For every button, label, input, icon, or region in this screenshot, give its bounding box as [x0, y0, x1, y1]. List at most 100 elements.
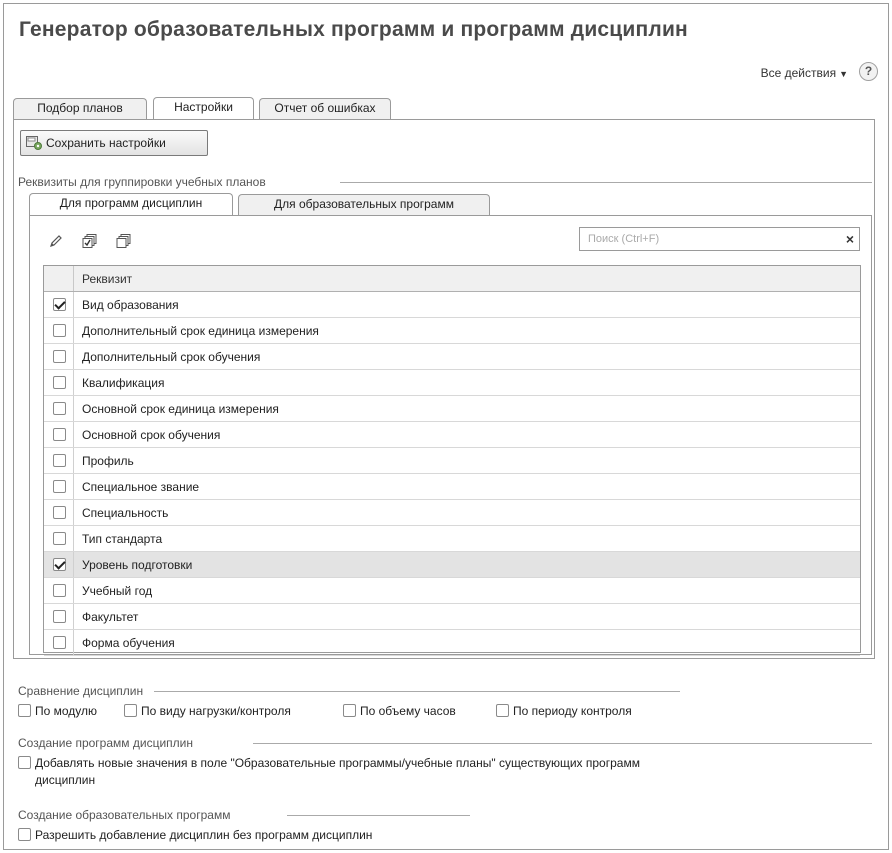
compare-by-hours-label: По объему часов: [360, 704, 456, 718]
tab-plan-selection[interactable]: Подбор планов: [13, 98, 147, 119]
table-row[interactable]: Профиль: [44, 448, 860, 474]
row-checkbox[interactable]: [53, 376, 66, 389]
check-all-icon[interactable]: [82, 233, 98, 249]
table-row[interactable]: Дополнительный срок единица измерения: [44, 318, 860, 344]
compare-group-label: Сравнение дисциплин: [18, 684, 144, 698]
table-row[interactable]: Специальное звание: [44, 474, 860, 500]
column-separator: [73, 578, 74, 603]
uncheck-all-icon[interactable]: [116, 233, 132, 249]
row-label: Профиль: [82, 454, 134, 468]
column-separator: [73, 552, 74, 577]
allow-without-programs-label: Разрешить добавление дисциплин без прогр…: [35, 828, 373, 842]
row-label: Основной срок обучения: [82, 428, 221, 442]
checkbox[interactable]: [18, 704, 31, 717]
row-label: Уровень подготовки: [82, 558, 193, 572]
table-row[interactable]: Вид образования: [44, 292, 860, 318]
column-separator: [73, 474, 74, 499]
requisites-table: Реквизит Вид образования Дополнительный с…: [43, 265, 861, 656]
row-label: Дополнительный срок обучения: [82, 350, 261, 364]
compare-by-module[interactable]: По модулю: [18, 704, 97, 718]
subtab-education-programs[interactable]: Для образовательных программ: [238, 194, 490, 215]
row-label: Учебный год: [82, 584, 153, 598]
row-label: Основной срок единица измерения: [82, 402, 279, 416]
row-checkbox[interactable]: [53, 636, 66, 649]
grouping-group-label: Реквизиты для группировки учебных планов: [18, 175, 266, 189]
checkbox[interactable]: [124, 704, 137, 717]
compare-by-control-period-label: По периоду контроля: [513, 704, 632, 718]
row-checkbox[interactable]: [53, 506, 66, 519]
row-checkbox[interactable]: [53, 480, 66, 493]
table-row[interactable]: Уровень подготовки: [44, 552, 860, 578]
column-separator: [73, 292, 74, 317]
table-header: Реквизит: [44, 266, 860, 292]
save-settings-label: Сохранить настройки: [46, 136, 166, 150]
column-separator: [73, 344, 74, 369]
compare-by-control-period[interactable]: По периоду контроля: [496, 704, 632, 718]
edit-icon[interactable]: [48, 233, 64, 249]
row-checkbox[interactable]: [53, 402, 66, 415]
column-separator: [73, 630, 74, 655]
compare-by-load-type-label: По виду нагрузки/контроля: [141, 704, 291, 718]
save-settings-button[interactable]: Сохранить настройки: [20, 130, 208, 156]
create-edu-divider: [287, 815, 470, 816]
table-row[interactable]: Учебный год: [44, 578, 860, 604]
row-checkbox[interactable]: [53, 350, 66, 363]
column-separator: [73, 422, 74, 447]
window-title: Генератор образовательных программ и про…: [19, 18, 688, 41]
column-separator: [73, 396, 74, 421]
row-checkbox[interactable]: [53, 324, 66, 337]
all-actions-label: Все действия: [760, 66, 837, 80]
column-header-requisite[interactable]: Реквизит: [82, 272, 132, 286]
checkbox[interactable]: [496, 704, 509, 717]
compare-divider: [154, 691, 680, 692]
row-checkbox[interactable]: [53, 454, 66, 467]
row-label: Специальность: [82, 506, 169, 520]
row-label: Квалификация: [82, 376, 165, 390]
compare-by-load-type[interactable]: По виду нагрузки/контроля: [124, 704, 291, 718]
help-icon[interactable]: ?: [859, 62, 878, 81]
compare-by-hours[interactable]: По объему часов: [343, 704, 456, 718]
all-actions-menu[interactable]: Все действия ▼: [761, 66, 848, 80]
table-row[interactable]: Специальность: [44, 500, 860, 526]
add-new-values-label-cont: дисциплин: [35, 773, 96, 787]
save-settings-icon: [26, 136, 42, 150]
table-row[interactable]: Тип стандарта: [44, 526, 860, 552]
table-row[interactable]: Дополнительный срок обучения: [44, 344, 860, 370]
row-label: Тип стандарта: [82, 532, 163, 546]
table-row[interactable]: Форма обучения: [44, 630, 860, 656]
tab-settings[interactable]: Настройки: [153, 97, 254, 119]
tab-error-report[interactable]: Отчет об ошибках: [259, 98, 391, 119]
table-row[interactable]: Квалификация: [44, 370, 860, 396]
table-row[interactable]: Основной срок единица измерения: [44, 396, 860, 422]
row-checkbox[interactable]: [53, 584, 66, 597]
chevron-down-icon: ▼: [839, 69, 848, 79]
checkbox[interactable]: [18, 828, 31, 841]
column-separator: [73, 500, 74, 525]
column-separator: [73, 266, 74, 291]
row-checkbox[interactable]: [53, 610, 66, 623]
row-checkbox[interactable]: [53, 298, 66, 311]
add-new-values-label: Добавлять новые значения в поле "Образов…: [35, 756, 640, 770]
search-box: ×: [579, 227, 860, 251]
create-edu-group-label: Создание образовательных программ: [18, 808, 231, 822]
column-separator: [73, 448, 74, 473]
row-label: Дополнительный срок единица измерения: [82, 324, 319, 338]
create-disc-divider: [253, 743, 872, 744]
checkbox[interactable]: [18, 756, 31, 769]
allow-without-programs-option[interactable]: Разрешить добавление дисциплин без прогр…: [18, 828, 372, 842]
search-input[interactable]: [580, 228, 820, 250]
add-new-values-option[interactable]: Добавлять новые значения в поле "Образов…: [18, 756, 640, 770]
row-checkbox[interactable]: [53, 428, 66, 441]
row-label: Специальное звание: [82, 480, 200, 494]
row-checkbox[interactable]: [53, 532, 66, 545]
clear-search-icon[interactable]: ×: [846, 231, 854, 247]
subtab-discipline-programs[interactable]: Для программ дисциплин: [29, 193, 233, 215]
create-disc-group-label: Создание программ дисциплин: [18, 736, 193, 750]
table-row[interactable]: Факультет: [44, 604, 860, 630]
column-separator: [73, 318, 74, 343]
table-row[interactable]: Основной срок обучения: [44, 422, 860, 448]
row-label: Форма обучения: [82, 636, 175, 650]
row-checkbox[interactable]: [53, 558, 66, 571]
checkbox[interactable]: [343, 704, 356, 717]
grouping-divider: [340, 182, 872, 183]
